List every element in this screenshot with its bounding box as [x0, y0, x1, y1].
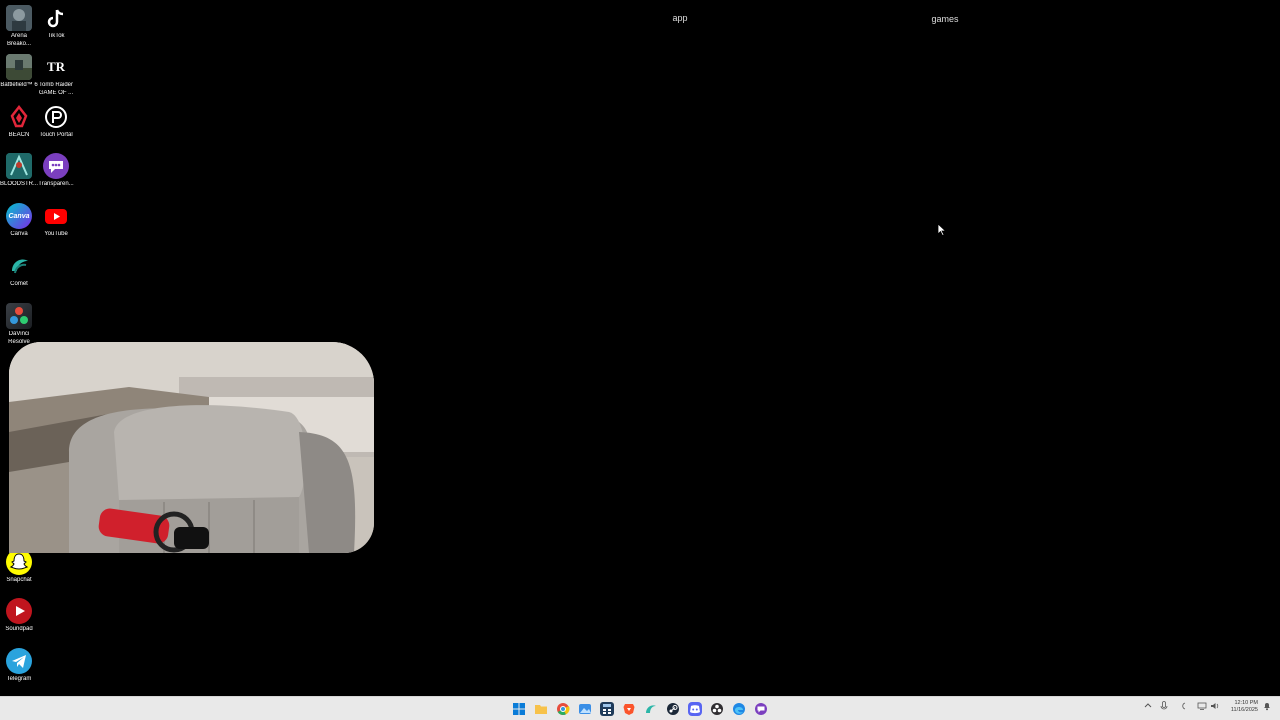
brave-icon[interactable] — [622, 702, 636, 716]
clock-time: 12:10 PM — [1234, 700, 1258, 706]
bloodstrike-icon — [6, 153, 32, 179]
photos-icon[interactable] — [578, 702, 592, 716]
comet-icon — [6, 253, 32, 279]
desktop-icon-label: DaVinci — [8, 331, 30, 337]
start-icon[interactable] — [512, 702, 526, 716]
desktop-icon-youtube[interactable]: YouTube — [37, 200, 75, 239]
beacn-icon — [6, 104, 32, 130]
desktop-icon-touch-portal[interactable]: Touch Portal — [37, 101, 75, 140]
desktop-icon-comet[interactable]: Comet — [0, 250, 38, 289]
desktop-icon-label: Canva — [10, 231, 28, 237]
desktop-icon-soundpad[interactable]: Soundpad — [0, 595, 38, 634]
desktop-icon-label: BLOODSTR... — [0, 181, 38, 187]
desktop-icon-label-line2: Breako... — [6, 40, 31, 47]
desktop-icon-davinci-resolve[interactable]: DaVinci Resolve — [0, 300, 38, 346]
desktop-icon-label: TikTok — [47, 33, 65, 39]
comet-icon[interactable] — [644, 702, 658, 716]
edge-icon[interactable] — [732, 702, 746, 716]
desktop-icon-battlefield-6[interactable]: Battlefield™ 6 — [0, 51, 38, 90]
chrome-icon[interactable] — [556, 702, 570, 716]
desktop-icon-label: Tomb Raider — [38, 82, 73, 88]
transparent-chat-icon — [43, 153, 69, 179]
taskbar: 12:10 PM 11/16/2025 — [0, 696, 1280, 720]
soundpad-icon — [6, 598, 32, 624]
tomb-raider-icon: TR — [43, 54, 69, 80]
network-icon[interactable] — [1197, 701, 1207, 713]
desktop-icon-arena-breakout[interactable]: Arena Breako... — [0, 2, 38, 48]
desktop-icon-label: Touch Portal — [39, 132, 73, 138]
desktop-icon-tomb-raider[interactable]: TR Tomb Raider GAME OF ... — [37, 51, 75, 97]
desktop-icon-label-line2: GAME OF ... — [38, 89, 74, 96]
microphone-icon[interactable] — [1160, 701, 1168, 713]
desktop-icon-label: Battlefield™ 6 — [0, 82, 38, 88]
desktop-icon-label: Telegram — [6, 676, 32, 682]
notification-bell-icon[interactable] — [1262, 701, 1272, 713]
webcam-overlay — [9, 342, 374, 553]
file-explorer-icon[interactable] — [534, 702, 548, 716]
desktop-icon-bloodstrike[interactable]: BLOODSTR... — [0, 150, 38, 189]
discord-icon[interactable] — [688, 702, 702, 716]
transparent-chat-icon[interactable] — [754, 702, 768, 716]
desktop: app games Arena Breako... Battlefield™ 6… — [0, 0, 1280, 696]
desktop-icon-canva[interactable]: Canva Canva — [0, 200, 38, 239]
desktop-icon-transparent-chat[interactable]: Transparen... — [37, 150, 75, 189]
desktop-icon-label: BEACN — [8, 132, 30, 138]
obs-icon[interactable] — [710, 702, 724, 716]
canva-icon: Canva — [6, 203, 32, 229]
desktop-icon-beacn[interactable]: BEACN — [0, 101, 38, 140]
desktop-icon-telegram[interactable]: Telegram — [0, 645, 38, 684]
davinci-resolve-icon — [6, 303, 32, 329]
desktop-icon-label: YouTube — [44, 231, 68, 237]
steam-icon[interactable] — [666, 702, 680, 716]
battlefield-icon — [6, 54, 32, 80]
arena-breakout-icon — [6, 5, 32, 31]
desktop-icon-tiktok[interactable]: TikTok — [37, 2, 75, 41]
desktop-icon-label: Arena — [10, 33, 27, 39]
desktop-icon-label: Snapchat — [6, 577, 32, 583]
desktop-icon-label: Comet — [10, 281, 28, 287]
telegram-icon — [6, 648, 32, 674]
language-icon[interactable] — [1180, 701, 1188, 713]
tiktok-icon — [43, 5, 69, 31]
youtube-icon — [43, 203, 69, 229]
volume-icon[interactable] — [1210, 701, 1220, 713]
desktop-icon-label: Soundpad — [5, 626, 33, 632]
touch-portal-icon — [43, 104, 69, 130]
clock-date: 11/16/2025 — [1230, 707, 1258, 713]
calculator-icon[interactable] — [600, 702, 614, 716]
taskbar-clock[interactable]: 12:10 PM 11/16/2025 — [1231, 700, 1258, 714]
desktop-icon-label: Transparen... — [38, 181, 74, 187]
desktop-label-app[interactable]: app — [668, 13, 692, 23]
tray-overflow-chevron-icon[interactable] — [1144, 701, 1152, 711]
desktop-label-games[interactable]: games — [928, 14, 962, 24]
